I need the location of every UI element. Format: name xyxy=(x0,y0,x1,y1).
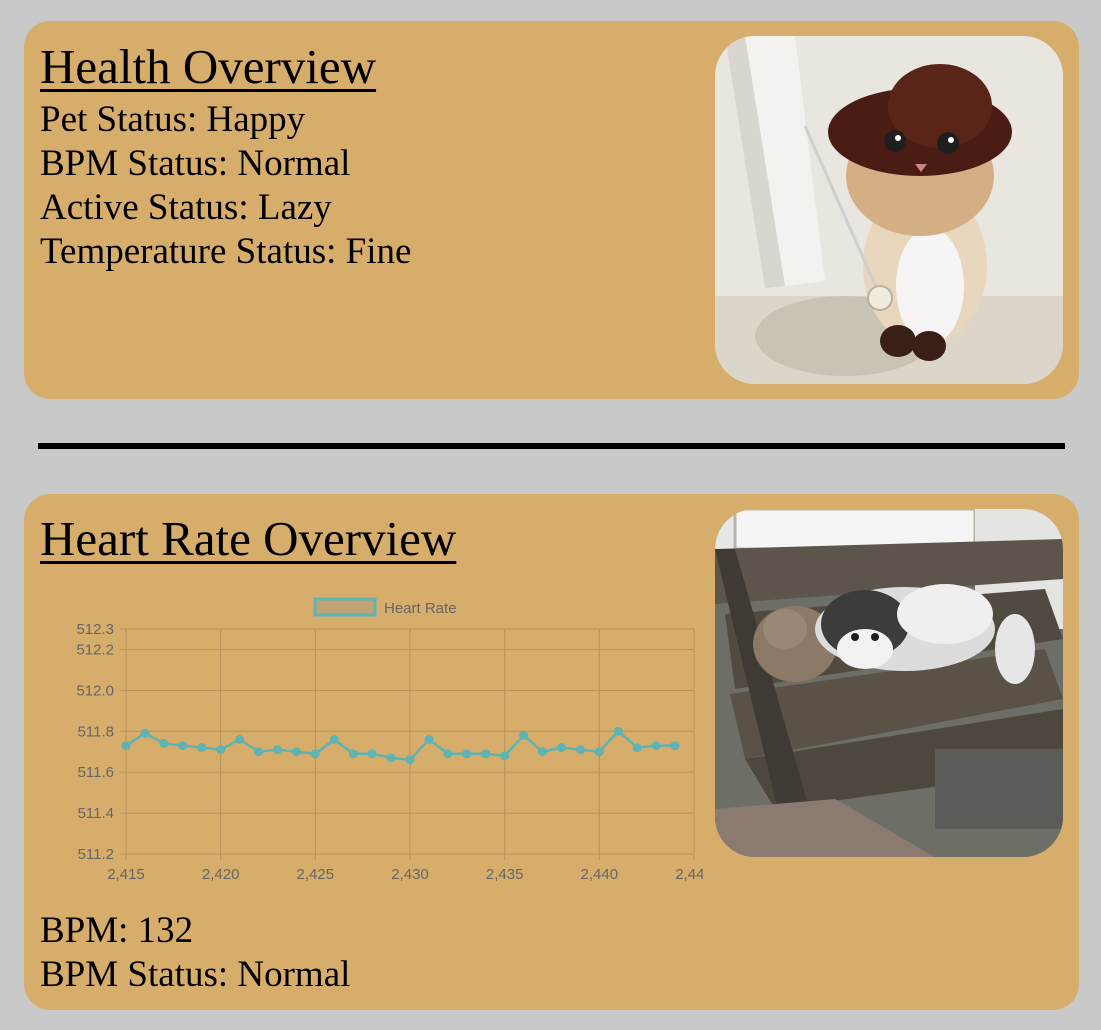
chart-axes: 2,415 2,420 2,425 2,430 2,435 2,440 2,445 512.3… xyxy=(76,621,703,883)
heart-rate-point xyxy=(272,745,282,755)
heart-rate-point xyxy=(329,734,339,744)
heart-rate-point xyxy=(405,755,415,765)
bpm-status-text: BPM Status: Normal xyxy=(40,143,351,184)
heart-rate-point xyxy=(424,734,434,744)
heart-rate-point xyxy=(556,743,566,753)
x-tick-label: 2,415 xyxy=(107,866,145,883)
legend-label: Heart Rate xyxy=(384,600,457,617)
heart-rate-point xyxy=(651,741,661,751)
legend-swatch xyxy=(313,597,377,617)
x-tick-label: 2,425 xyxy=(297,866,335,883)
active-status-text: Active Status: Lazy xyxy=(40,187,332,228)
heart-rate-point xyxy=(462,749,472,759)
heart-rate-point xyxy=(575,745,585,755)
y-tick-label: 511.2 xyxy=(78,846,114,863)
heart-rate-overview-card: Heart Rate Overview 2,415 2,420 2,425 2,430… xyxy=(24,494,1079,1010)
heart-rate-point xyxy=(632,743,642,753)
chart-legend[interactable]: Heart Rate xyxy=(313,597,457,617)
health-overview-title: Health Overview xyxy=(40,39,377,94)
pet-status-text: Pet Status: Happy xyxy=(40,99,306,140)
x-tick-label: 2,445 xyxy=(675,866,703,883)
health-overview-card: Health Overview Pet Status: Happy BPM St… xyxy=(24,21,1079,399)
heart-rate-point xyxy=(291,747,301,757)
heart-rate-point xyxy=(159,739,169,749)
chart-grid xyxy=(120,628,695,860)
x-tick-label: 2,420 xyxy=(202,866,240,883)
heart-rate-point xyxy=(197,743,207,753)
y-tick-label: 511.4 xyxy=(78,805,114,822)
x-tick-label: 2,435 xyxy=(486,866,524,883)
y-tick-label: 512.2 xyxy=(76,641,114,658)
heart-bpm-status-text: BPM Status: Normal xyxy=(40,954,351,995)
heart-rate-point xyxy=(594,747,604,757)
x-tick-label: 2,430 xyxy=(391,866,429,883)
heart-rate-point xyxy=(216,745,226,755)
heart-rate-point xyxy=(121,741,131,751)
pets-on-stairs-photo xyxy=(715,509,1063,857)
heart-rate-point xyxy=(310,749,320,759)
heart-rate-line xyxy=(125,729,676,762)
chart-series xyxy=(121,726,680,765)
heart-rate-point xyxy=(613,726,623,736)
heart-rate-point xyxy=(519,730,529,740)
heart-rate-point xyxy=(140,728,150,738)
cat-photo xyxy=(715,36,1063,384)
bpm-value-text: BPM: 132 xyxy=(40,910,194,951)
section-divider xyxy=(38,443,1065,449)
heart-rate-point xyxy=(538,747,548,757)
heart-rate-point xyxy=(254,747,264,757)
heart-rate-point xyxy=(235,734,245,744)
cat-and-husky-image xyxy=(715,509,1063,857)
heart-rate-point xyxy=(670,741,680,751)
heart-rate-point xyxy=(367,749,377,759)
cat-in-hat-image xyxy=(715,36,1063,384)
heart-rate-chart: 2,415 2,420 2,425 2,430 2,435 2,440 2,445 512.3… xyxy=(38,589,703,899)
temperature-status-text: Temperature Status: Fine xyxy=(40,231,412,272)
heart-rate-point xyxy=(443,749,453,759)
x-tick-label: 2,440 xyxy=(581,866,619,883)
heart-rate-chart-svg: 2,415 2,420 2,425 2,430 2,435 2,440 2,445 512.3… xyxy=(76,597,703,883)
heart-rate-point xyxy=(481,749,491,759)
heart-rate-point xyxy=(178,741,188,751)
heart-rate-point xyxy=(500,751,510,761)
heart-rate-point xyxy=(386,753,396,763)
heart-rate-overview-title: Heart Rate Overview xyxy=(40,511,457,566)
y-tick-label: 512.0 xyxy=(76,682,114,699)
heart-rate-point xyxy=(348,749,358,759)
y-tick-label: 511.6 xyxy=(78,764,114,781)
y-tick-label: 511.8 xyxy=(78,723,114,740)
y-tick-label: 512.3 xyxy=(76,621,114,638)
